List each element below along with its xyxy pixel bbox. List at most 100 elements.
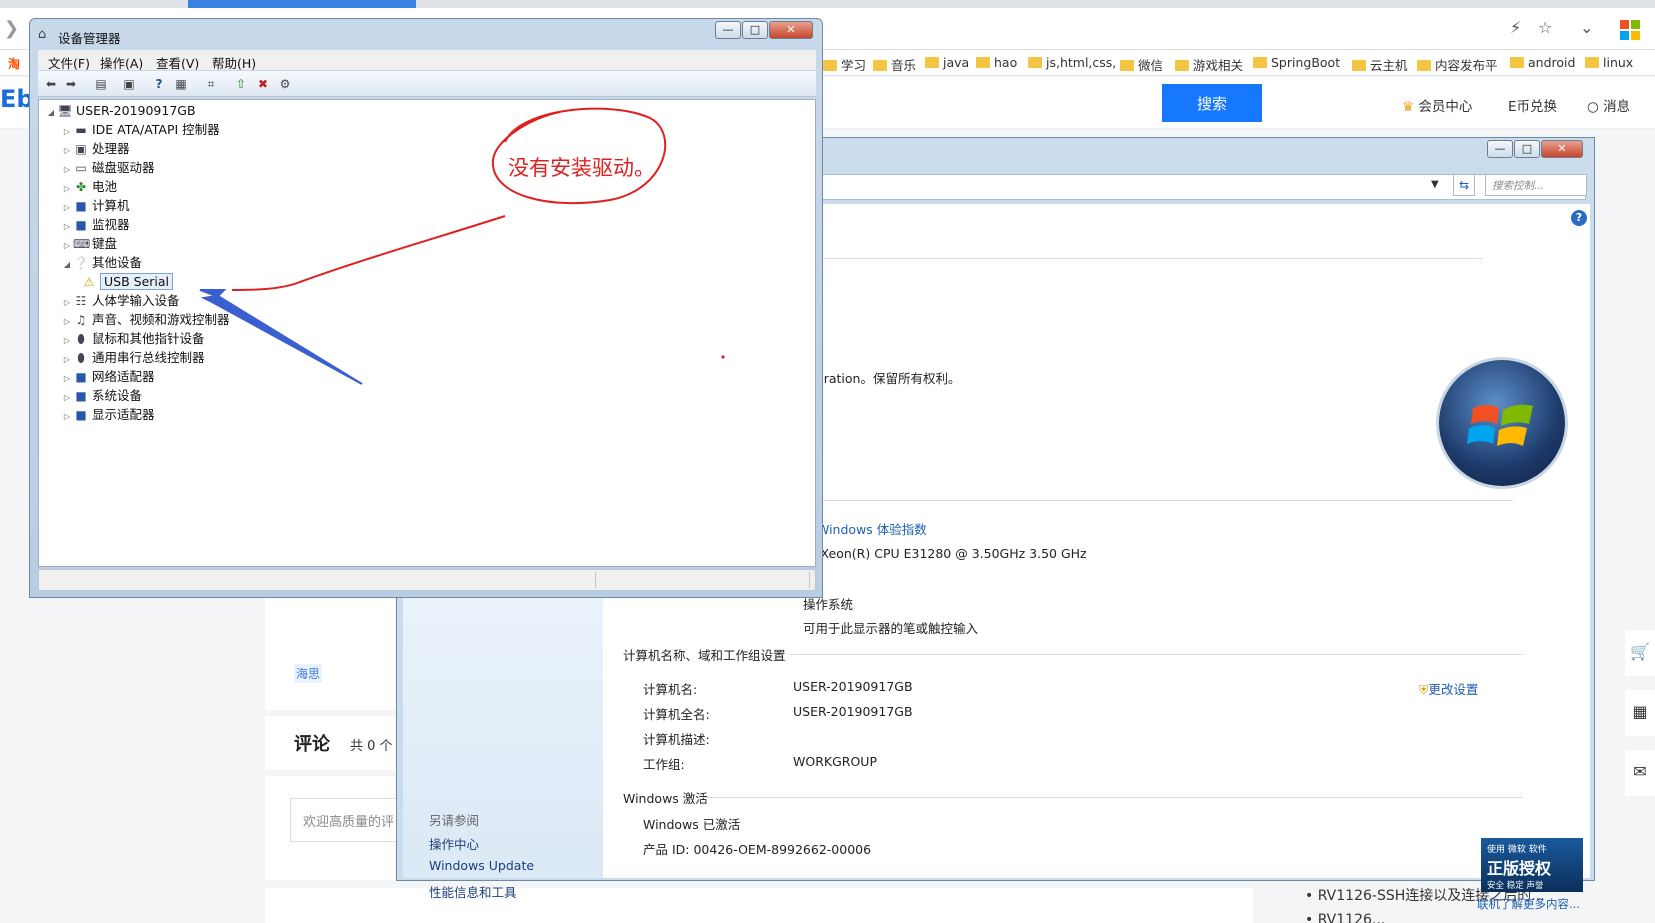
close-button[interactable]: ✕ (1541, 140, 1583, 158)
bottom-card (265, 888, 1253, 923)
bookmark-folder[interactable]: SpringBoot (1253, 55, 1340, 70)
tag-hisi[interactable]: 海思 (294, 664, 323, 683)
related-article-link[interactable]: • RV1126... (1305, 912, 1385, 923)
expand-icon[interactable]: ▷ (61, 332, 73, 350)
back-icon[interactable]: ⬅ (42, 75, 60, 93)
device-manager-icon: ⌂ (38, 27, 47, 42)
tree-node[interactable]: ▷ ■ 网络适配器 (61, 368, 155, 386)
bookmark-folder[interactable]: 音乐 (873, 55, 916, 74)
tree-node[interactable]: ◢ ❔ 其他设备 (61, 254, 142, 272)
usb-icon: ⬮ (77, 351, 85, 365)
expand-icon[interactable]: ▷ (61, 237, 73, 255)
maximize-button[interactable]: □ (1514, 140, 1540, 158)
expand-icon[interactable]: ▷ (61, 123, 73, 141)
refresh-button[interactable]: ⇆ (1453, 174, 1475, 196)
expand-icon[interactable]: ▷ (61, 199, 73, 217)
ide-controller-icon: ▬ (75, 123, 87, 137)
dropdown-arrow-icon[interactable]: ▼ (1431, 179, 1439, 190)
bookmark-folder[interactable]: 内容发布平 (1417, 55, 1498, 74)
learn-more-link[interactable]: 联机了解更多内容... (1477, 896, 1580, 912)
change-settings-link[interactable]: ⛨更改设置 (1419, 679, 1478, 698)
taobao-icon[interactable]: 淘 (8, 55, 20, 72)
help-icon[interactable]: ? (1571, 210, 1587, 226)
tree-root[interactable]: ◢ 🖥 USER-20190917GB (45, 102, 196, 120)
folder-icon (1585, 57, 1599, 68)
experience-index-link[interactable]: Windows 体验指数 (817, 519, 927, 538)
menu-view[interactable]: 查看(V) (156, 53, 199, 72)
ecoin-link[interactable]: E币兑换 (1508, 95, 1557, 115)
tree-node[interactable]: ▷ ▭ 磁盘驱动器 (61, 159, 155, 177)
action-pane-icon[interactable]: ▦ (172, 75, 190, 93)
menu-help[interactable]: 帮助(H) (212, 53, 256, 72)
tree-node[interactable]: ▷ ■ 显示适配器 (61, 406, 155, 424)
menu-file[interactable]: 文件(F) (48, 53, 90, 72)
scan-hardware-icon[interactable]: ⌗ (202, 75, 220, 93)
enable-device-icon[interactable]: ⚙ (276, 75, 294, 93)
lightning-icon[interactable]: ⚡ (1510, 18, 1521, 37)
tree-node[interactable]: ▷ ⌨ 键盘 (61, 235, 117, 253)
tree-node[interactable]: ▷ ■ 系统设备 (61, 387, 142, 405)
tree-node[interactable]: ▷ ☷ 人体学输入设备 (61, 292, 180, 310)
minimize-button[interactable]: — (1487, 140, 1513, 158)
expand-icon[interactable]: ▷ (61, 408, 73, 426)
member-center-link[interactable]: ♛ 会员中心 (1402, 95, 1472, 115)
close-button[interactable]: ✕ (769, 21, 813, 39)
expand-icon[interactable]: ▷ (61, 142, 73, 160)
windows-update-link[interactable]: Windows Update (429, 858, 534, 873)
expand-icon[interactable]: ▷ (61, 370, 73, 388)
bookmark-folder[interactable]: hao (976, 55, 1017, 70)
tree-node[interactable]: ▷ ✤ 电池 (61, 178, 117, 196)
expand-icon[interactable]: ▷ (61, 161, 73, 179)
show-hide-console-tree-icon[interactable]: ▤ (92, 75, 110, 93)
collapse-icon[interactable]: ◢ (61, 256, 73, 274)
menu-action[interactable]: 操作(A) (100, 53, 143, 72)
maximize-button[interactable]: □ (742, 21, 768, 39)
control-panel-search-input[interactable]: 搜索控制... (1485, 174, 1587, 196)
expand-icon[interactable]: ▷ (61, 294, 73, 312)
shield-icon: ⛨ (1419, 682, 1429, 697)
full-name-value: USER-20190917GB (793, 704, 913, 719)
tree-node[interactable]: ▷ ⬮ 通用串行总线控制器 (61, 349, 205, 367)
tree-node[interactable]: ▷ ■ 监视器 (61, 216, 130, 234)
collapse-icon[interactable]: ◢ (45, 104, 57, 122)
feedback-icon[interactable]: ✉ (1625, 750, 1655, 796)
properties-icon[interactable]: ▣ (120, 75, 138, 93)
expand-icon[interactable]: ▷ (61, 351, 73, 369)
performance-tools-link[interactable]: 性能信息和工具 (429, 882, 517, 901)
bookmark-folder[interactable]: java (925, 55, 969, 70)
tree-node-usb-serial[interactable]: ⚠ USB Serial (81, 273, 174, 291)
forward-icon[interactable]: ➡ (62, 75, 80, 93)
active-tab[interactable] (188, 0, 416, 8)
tree-node[interactable]: ▷ ▣ 处理器 (61, 140, 130, 158)
tree-node[interactable]: ▷ ■ 计算机 (61, 197, 130, 215)
bookmark-folder[interactable]: android (1510, 55, 1575, 70)
chevron-down-icon[interactable]: ⌄ (1580, 18, 1593, 37)
action-center-link[interactable]: 操作中心 (429, 834, 479, 853)
update-driver-icon[interactable]: ⇧ (232, 75, 250, 93)
expand-icon[interactable]: ▷ (61, 313, 73, 331)
help-icon[interactable]: ? (150, 75, 168, 93)
monitor-icon: ■ (75, 218, 87, 232)
bookmark-folder[interactable]: linux (1585, 55, 1633, 70)
back-arrow-icon[interactable]: ❯ (4, 18, 19, 39)
cart-icon[interactable]: 🛒 (1625, 630, 1655, 676)
tree-node[interactable]: ▷ ▬ IDE ATA/ATAPI 控制器 (61, 121, 220, 139)
bookmark-folder[interactable]: 云主机 (1352, 55, 1408, 74)
bookmark-folder[interactable]: 微信 (1120, 55, 1163, 74)
messages-link[interactable]: ○ 消息 (1587, 95, 1630, 115)
expand-icon[interactable]: ▷ (61, 218, 73, 236)
expand-icon[interactable]: ▷ (61, 389, 73, 407)
uninstall-icon[interactable]: ✖ (254, 75, 272, 93)
row-label: 计算机全名: (643, 707, 710, 722)
comment-input[interactable]: 欢迎高质量的评 (290, 798, 410, 842)
grid-icon[interactable]: ▦ (1625, 690, 1655, 736)
search-button[interactable]: 搜索 (1162, 84, 1262, 122)
expand-icon[interactable]: ▷ (61, 180, 73, 198)
tree-node[interactable]: ▷ ⬮ 鼠标和其他指针设备 (61, 330, 205, 348)
minimize-button[interactable]: — (715, 21, 741, 39)
bookmark-folder[interactable]: 学习 (823, 55, 866, 74)
tree-node[interactable]: ▷ ♫ 声音、视频和游戏控制器 (61, 311, 230, 329)
bookmark-folder[interactable]: js,html,css, (1028, 55, 1116, 70)
bookmark-folder[interactable]: 游戏相关 (1175, 55, 1243, 74)
star-icon[interactable]: ☆ (1538, 18, 1552, 37)
